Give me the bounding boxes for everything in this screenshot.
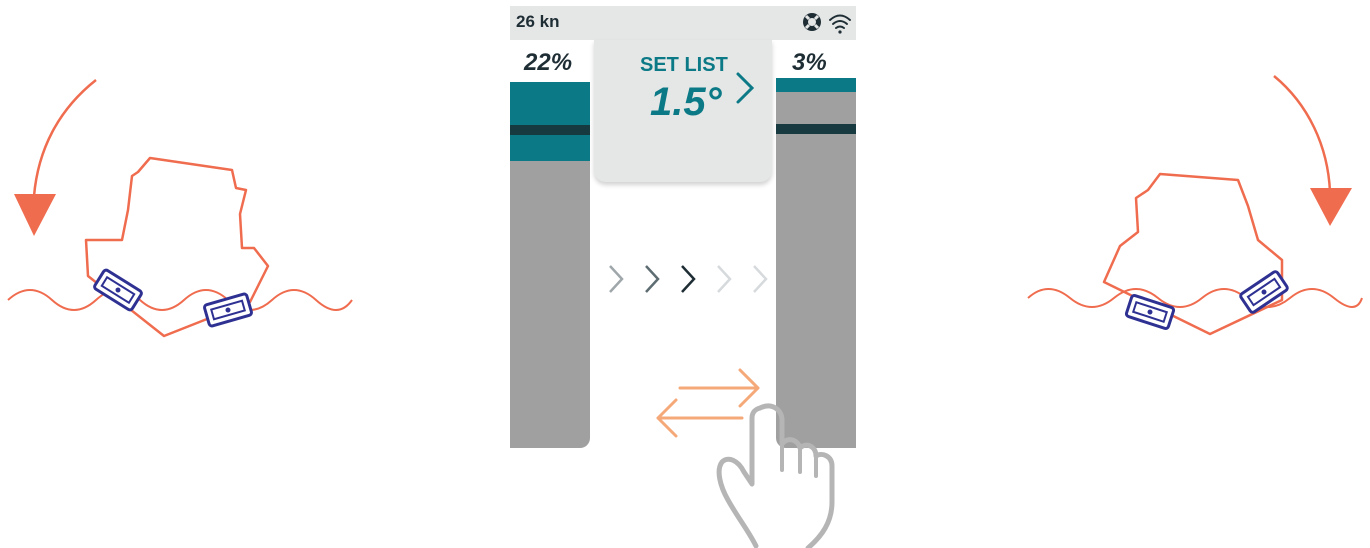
chevron-right-icon [717, 265, 732, 293]
trim-tab-right-icon [203, 292, 253, 328]
chevron-right-icon [753, 265, 768, 293]
lifebuoy-icon [803, 13, 821, 31]
chevron-right-icon[interactable] [734, 68, 758, 108]
set-list-panel[interactable]: SET LIST 1.5° [594, 40, 772, 182]
speed-readout: 26 kn [516, 12, 560, 31]
chevron-right-icon [681, 265, 696, 293]
wave-line [7, 289, 353, 311]
trim-tab-left-icon [93, 268, 143, 312]
right-trim-tab-slider[interactable] [776, 78, 856, 448]
left-trim-tab-slider[interactable] [510, 82, 590, 448]
rotation-arrow-ccw [32, 79, 97, 197]
set-list-value: 1.5° [650, 80, 722, 124]
right-tab-percent: 3% [792, 49, 827, 76]
rotation-arrowhead [1310, 188, 1352, 226]
status-bar: 26 kn [510, 6, 856, 40]
wifi-icon [829, 14, 851, 34]
left-tab-percent: 22% [524, 49, 573, 76]
rotation-arrow-cw [1273, 75, 1332, 193]
wave-line [1027, 288, 1363, 308]
chevron-right-icon [609, 265, 624, 293]
boat-heel-right-illustration [1027, 75, 1363, 336]
rotation-arrowhead [14, 194, 56, 236]
left-tab-marker [510, 125, 590, 135]
right-tab-marker [776, 124, 856, 134]
chevron-right-icon [645, 265, 660, 293]
device-screen: 26 kn 22% 3% SET LIST 1.5° [510, 6, 856, 448]
trim-tab-left-icon [1124, 294, 1176, 330]
boat-heel-left-illustration [7, 79, 353, 338]
left-tab-fill [510, 82, 590, 161]
status-icons [800, 9, 856, 44]
set-list-label: SET LIST [640, 54, 728, 76]
hand-swipe-icon [716, 403, 835, 548]
direction-chevrons [609, 265, 768, 293]
trim-tab-right-icon [1239, 270, 1289, 314]
right-tab-fill [776, 78, 856, 92]
